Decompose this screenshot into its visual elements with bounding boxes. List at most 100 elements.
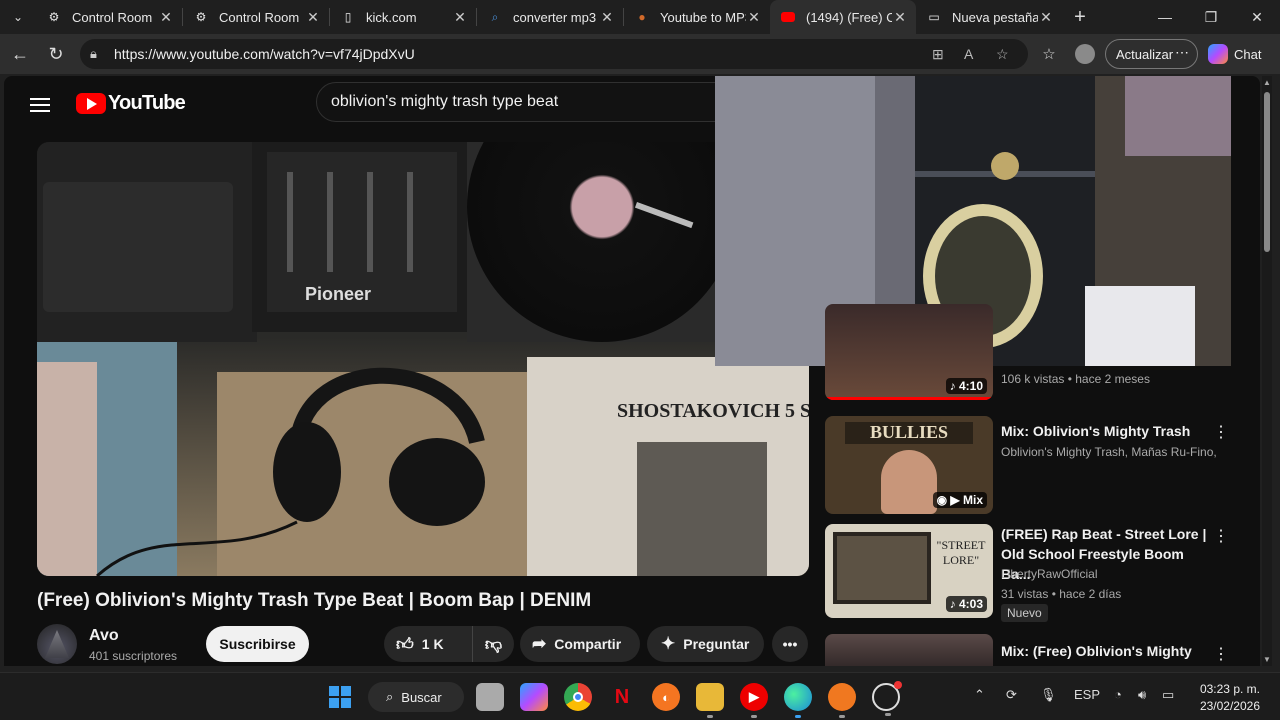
channel-avatar[interactable] [37, 624, 77, 664]
recommendation-item[interactable]: "STREET LORE" ♪ 4:03 (FREE) Rap Beat - S… [825, 524, 1245, 622]
close-icon[interactable]: ✕ [452, 9, 468, 26]
subscriber-count: 401 suscriptores [89, 649, 178, 663]
app-available-icon[interactable]: ⊞ [932, 46, 944, 63]
clock[interactable]: 03:23 p. m. 23/02/2026 [1198, 681, 1260, 715]
share-button[interactable]: ➦ Compartir [520, 626, 640, 662]
tab-actions-menu[interactable]: ⌄ [0, 0, 36, 34]
channel-name: LibertyRawOfficial [1001, 567, 1098, 581]
site-info-icon[interactable]: 🔒︎ [90, 46, 110, 62]
record-sleeve-text: SHOSTAKOVICH 5 SYMPHONY [617, 400, 809, 422]
converter-icon: ● [638, 10, 646, 24]
like-button[interactable]: 👍︎ 1 K [384, 626, 472, 662]
tab-youtube-active[interactable]: (1494) (Free) Ob ✕ [770, 0, 916, 34]
document-icon: ▯ [344, 10, 352, 24]
chevron-up-icon[interactable]: ⌃ [974, 687, 985, 703]
video-player[interactable]: Pioneer SHOSTAKOVICH 5 SYMPHONY [37, 142, 809, 576]
windows-start-icon[interactable] [326, 683, 354, 711]
more-actions-button[interactable]: ••• [772, 626, 808, 662]
copilot-icon [1208, 44, 1228, 64]
more-options-icon[interactable]: ⋯ [1175, 44, 1189, 61]
logo-text: YouTube [108, 92, 186, 114]
microphone-icon[interactable]: 🎙︎ [1040, 687, 1057, 703]
duration-text: 4:10 [958, 379, 983, 393]
scroll-up-icon[interactable]: ▲ [1263, 78, 1271, 87]
close-icon[interactable]: ✕ [305, 9, 321, 26]
close-icon[interactable]: ✕ [1038, 9, 1054, 26]
tab-title: (1494) (Free) Ob [806, 9, 892, 25]
scrollbar-thumb[interactable] [1264, 92, 1270, 252]
video-thumbnail[interactable]: ♪ 4:10 [825, 304, 993, 400]
update-button[interactable]: Actualizar ⋯ [1105, 39, 1198, 69]
minimize-button[interactable]: — [1142, 0, 1188, 34]
youtube-logo[interactable]: YouTube [76, 92, 186, 115]
video-title: Mix: (Free) Oblivion's Mighty [1001, 643, 1192, 659]
thumbnail-text: BULLIES [845, 422, 973, 444]
close-icon[interactable]: ✕ [746, 9, 762, 26]
channel-name[interactable]: Avo [89, 627, 119, 645]
sync-icon[interactable]: ⟳ [1006, 687, 1017, 703]
address-bar[interactable]: 🔒︎ https://www.youtube.com/watch?v=vf74j… [80, 39, 1028, 69]
battery-icon[interactable]: ▭ [1162, 687, 1174, 703]
video-thumbnail[interactable]: BULLIES ◉ ▶ Mix [825, 416, 993, 514]
close-icon[interactable]: ✕ [892, 9, 908, 26]
taskbar-search[interactable]: ⌕ Buscar [368, 682, 464, 712]
volume-icon[interactable]: 🔊︎ [1138, 687, 1146, 703]
copilot-icon[interactable] [520, 683, 548, 711]
subscribe-button[interactable]: Suscribirse [206, 626, 309, 662]
netflix-icon[interactable]: N [608, 683, 636, 711]
edge-icon[interactable] [784, 683, 812, 718]
browser-toolbar: ← ↻ 🔒︎ https://www.youtube.com/watch?v=v… [0, 34, 1280, 74]
tab-control-room-1[interactable]: ⚙ Control Room ✕ [36, 0, 182, 34]
more-vertical-icon[interactable]: ⋮ [1213, 526, 1229, 546]
tab-new-tab[interactable]: ▭ Nueva pestaña ✕ [916, 0, 1062, 34]
video-thumbnail[interactable] [825, 634, 993, 666]
tab-youtube-to-mp3[interactable]: ● Youtube to MP3 ✕ [624, 0, 770, 34]
more-horizontal-icon: ••• [782, 636, 798, 652]
profile-avatar-icon[interactable] [1073, 42, 1097, 66]
task-view-icon[interactable] [476, 683, 504, 711]
recommendation-item[interactable]: ♪ 4:10 106 k vistas • hace 2 meses [825, 304, 1245, 400]
tab-control-room-2[interactable]: ⚙ Control Room ✕ [183, 0, 329, 34]
page-scrollbar[interactable]: ▲ ▼ [1262, 76, 1272, 666]
menu-icon[interactable] [30, 94, 50, 116]
read-aloud-icon[interactable]: A [964, 46, 973, 62]
favorites-icon[interactable]: ☆ [1037, 42, 1061, 66]
fl-studio-icon[interactable] [828, 683, 856, 718]
close-icon[interactable]: ✕ [158, 9, 174, 26]
thumbs-down-icon: 👎︎ [484, 634, 503, 654]
taskbar: ⌕ Buscar N ◐ ▶ ⌃ ⟳ 🎙︎ ESP ◔ 🔊︎ ▭ 03:23 p… [0, 672, 1280, 720]
tab-kick[interactable]: ▯ kick.com ✕ [330, 0, 476, 34]
close-window-button[interactable]: ✕ [1234, 0, 1280, 34]
like-count: 1 K [421, 636, 444, 652]
ask-button[interactable]: ✦ Preguntar [647, 626, 764, 662]
scroll-down-icon[interactable]: ▼ [1263, 655, 1271, 664]
recommendation-item[interactable]: BULLIES ◉ ▶ Mix Mix: Oblivion's Mighty T… [825, 416, 1245, 514]
clock-time: 03:23 p. m. [1199, 682, 1260, 696]
file-explorer-icon[interactable] [696, 683, 724, 718]
more-vertical-icon[interactable]: ⋮ [1213, 422, 1229, 442]
pioneer-brand-text: Pioneer [305, 284, 371, 304]
ask-label: Preguntar [683, 636, 750, 652]
search-icon: ⌕ [491, 9, 499, 24]
crunchyroll-icon[interactable]: ◐ [652, 683, 680, 711]
youtube-music-icon[interactable]: ▶ [740, 683, 768, 718]
close-icon[interactable]: ✕ [599, 9, 615, 26]
back-button[interactable]: ← [8, 42, 32, 66]
copilot-chat-button[interactable]: Chat [1208, 42, 1261, 66]
gear-icon: ⚙ [48, 10, 60, 24]
dislike-button[interactable]: 👎︎ [472, 626, 514, 662]
restore-button[interactable]: ❐ [1188, 0, 1234, 34]
language-indicator[interactable]: ESP [1074, 687, 1100, 702]
chrome-icon[interactable] [564, 683, 592, 711]
search-input[interactable]: oblivion's mighty trash type beat [316, 82, 736, 122]
tab-converter[interactable]: ⌕ converter mp3 - ✕ [477, 0, 623, 34]
obs-icon[interactable] [872, 681, 902, 716]
new-tab-button[interactable]: + [1062, 6, 1098, 29]
reload-button[interactable]: ↻ [44, 42, 68, 66]
favorite-star-icon[interactable]: ☆ [996, 46, 1009, 63]
video-thumbnail[interactable]: "STREET LORE" ♪ 4:03 [825, 524, 993, 618]
wifi-icon[interactable]: ◔ [1114, 687, 1122, 702]
recommendation-item[interactable]: Mix: (Free) Oblivion's Mighty ⋮ [825, 634, 1245, 666]
more-vertical-icon[interactable]: ⋮ [1213, 644, 1229, 664]
duration-badge: ♪ 4:03 [945, 596, 987, 612]
